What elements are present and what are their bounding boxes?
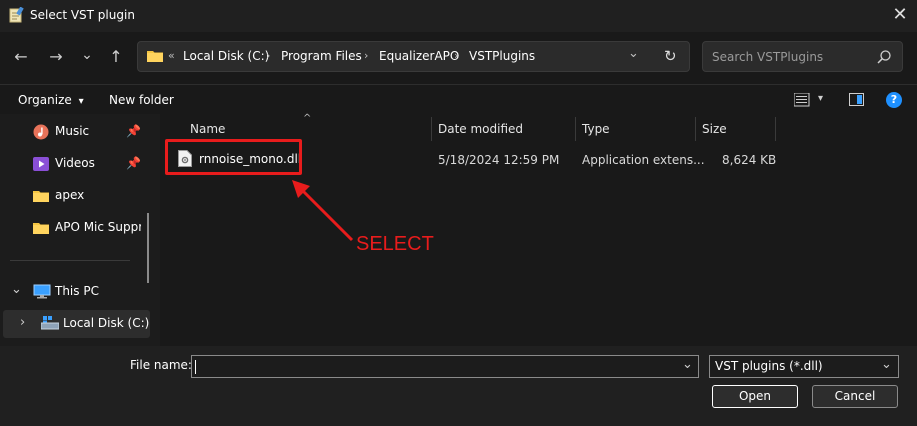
drive-icon — [41, 316, 59, 330]
sort-arrow-icon: ^ — [303, 113, 312, 124]
column-divider[interactable] — [695, 117, 696, 141]
breadcrumb-item[interactable]: VSTPlugins — [469, 49, 535, 63]
annotation-label: SELECT — [356, 233, 434, 255]
arrow-annotation — [292, 180, 354, 242]
sidebar-divider — [10, 260, 130, 261]
sidebar-item-this-pc[interactable]: ⌄ This PC — [0, 278, 150, 306]
pin-icon: 📌 — [126, 156, 141, 170]
breadcrumb-separator[interactable]: › — [266, 49, 270, 62]
chevron-down-icon[interactable]: ⌄ — [881, 357, 892, 372]
file-name-label: File name: — [130, 358, 192, 372]
breadcrumb-overflow[interactable]: « — [168, 49, 175, 62]
column-divider[interactable] — [431, 117, 432, 141]
folder-icon — [33, 223, 49, 234]
text-cursor — [195, 360, 196, 374]
breadcrumb-item[interactable]: EqualizerAPO — [379, 49, 459, 63]
search-icon[interactable] — [876, 49, 892, 65]
organize-label: Organize — [18, 93, 72, 107]
sidebar-scrollbar[interactable] — [147, 213, 149, 283]
chevron-down-icon[interactable]: ⌄ — [682, 357, 693, 372]
sidebar-item-apo-mic[interactable]: APO Mic Suppre — [0, 214, 150, 242]
forward-button[interactable]: → — [44, 45, 68, 69]
video-icon — [33, 157, 49, 171]
search-box[interactable]: Search VSTPlugins — [702, 41, 903, 72]
window-title: Select VST plugin — [30, 8, 135, 22]
divider — [0, 84, 917, 85]
refresh-button[interactable]: ↻ — [664, 47, 677, 65]
file-name-field[interactable]: ⌄ — [191, 355, 699, 378]
sidebar-item-label: Music — [55, 124, 90, 138]
column-header-date-modified[interactable]: Date modified — [438, 122, 523, 136]
help-button[interactable]: ? — [886, 92, 902, 108]
column-divider[interactable] — [775, 117, 776, 141]
close-button[interactable]: ✕ — [885, 2, 915, 30]
file-date-modified: 5/18/2024 12:59 PM — [438, 153, 560, 167]
computer-icon — [33, 284, 51, 299]
column-header-name[interactable]: Name — [190, 122, 225, 136]
sidebar-item-label: This PC — [55, 284, 99, 298]
breadcrumb-separator[interactable]: › — [454, 49, 458, 62]
chevron-right-icon[interactable]: › — [20, 315, 25, 330]
column-divider[interactable] — [575, 117, 576, 141]
new-folder-button[interactable]: New folder — [109, 93, 174, 107]
pin-icon: 📌 — [126, 124, 141, 138]
breadcrumb-separator[interactable]: › — [364, 49, 368, 62]
folder-icon — [33, 191, 49, 202]
column-header-type[interactable]: Type — [582, 122, 610, 136]
chevron-down-icon[interactable]: ⌄ — [11, 282, 22, 297]
chevron-down-icon: ▾ — [78, 96, 84, 107]
music-icon — [33, 124, 49, 140]
preview-pane-icon[interactable] — [849, 93, 865, 107]
column-header-size[interactable]: Size — [702, 122, 727, 136]
view-options-button[interactable]: ▾ — [818, 93, 823, 104]
address-bar[interactable]: « Local Disk (C:) › Program Files › Equa… — [137, 41, 690, 72]
file-type: Application extens... — [582, 153, 705, 167]
up-button[interactable]: ↑ — [104, 45, 128, 69]
folder-icon — [147, 51, 163, 62]
breadcrumb-item[interactable]: Local Disk (C:) — [183, 49, 269, 63]
file-type-select[interactable]: VST plugins (*.dll) ⌄ — [709, 355, 899, 378]
sidebar-item-label: Local Disk (C:) — [63, 316, 150, 330]
search-input[interactable]: Search VSTPlugins — [712, 50, 823, 64]
title-bar — [0, 0, 917, 32]
highlight-box — [165, 139, 302, 175]
breadcrumb-item[interactable]: Program Files — [281, 49, 362, 63]
sidebar-item-apex[interactable]: apex — [0, 182, 150, 210]
sidebar-item-label: APO Mic Suppre — [55, 220, 141, 234]
file-type-value: VST plugins (*.dll) — [715, 359, 823, 373]
sidebar-item-local-disk[interactable]: › Local Disk (C:) — [3, 310, 150, 338]
view-details-icon[interactable] — [794, 93, 810, 107]
sidebar-item-music[interactable]: Music 📌 — [0, 118, 150, 146]
open-button[interactable]: Open — [712, 385, 798, 408]
cancel-button[interactable]: Cancel — [812, 385, 898, 408]
file-size: 8,624 KB — [722, 153, 777, 167]
recent-locations-button[interactable]: ⌄ — [75, 43, 99, 67]
sidebar-item-videos[interactable]: Videos 📌 — [0, 150, 150, 178]
sidebar-item-label: apex — [55, 188, 85, 202]
address-dropdown-button[interactable]: ⌄ — [628, 46, 639, 61]
notepad-icon — [9, 7, 24, 23]
organize-button[interactable]: Organize ▾ — [18, 93, 84, 107]
back-button[interactable]: ← — [9, 45, 33, 69]
sidebar-item-label: Videos — [55, 156, 95, 170]
